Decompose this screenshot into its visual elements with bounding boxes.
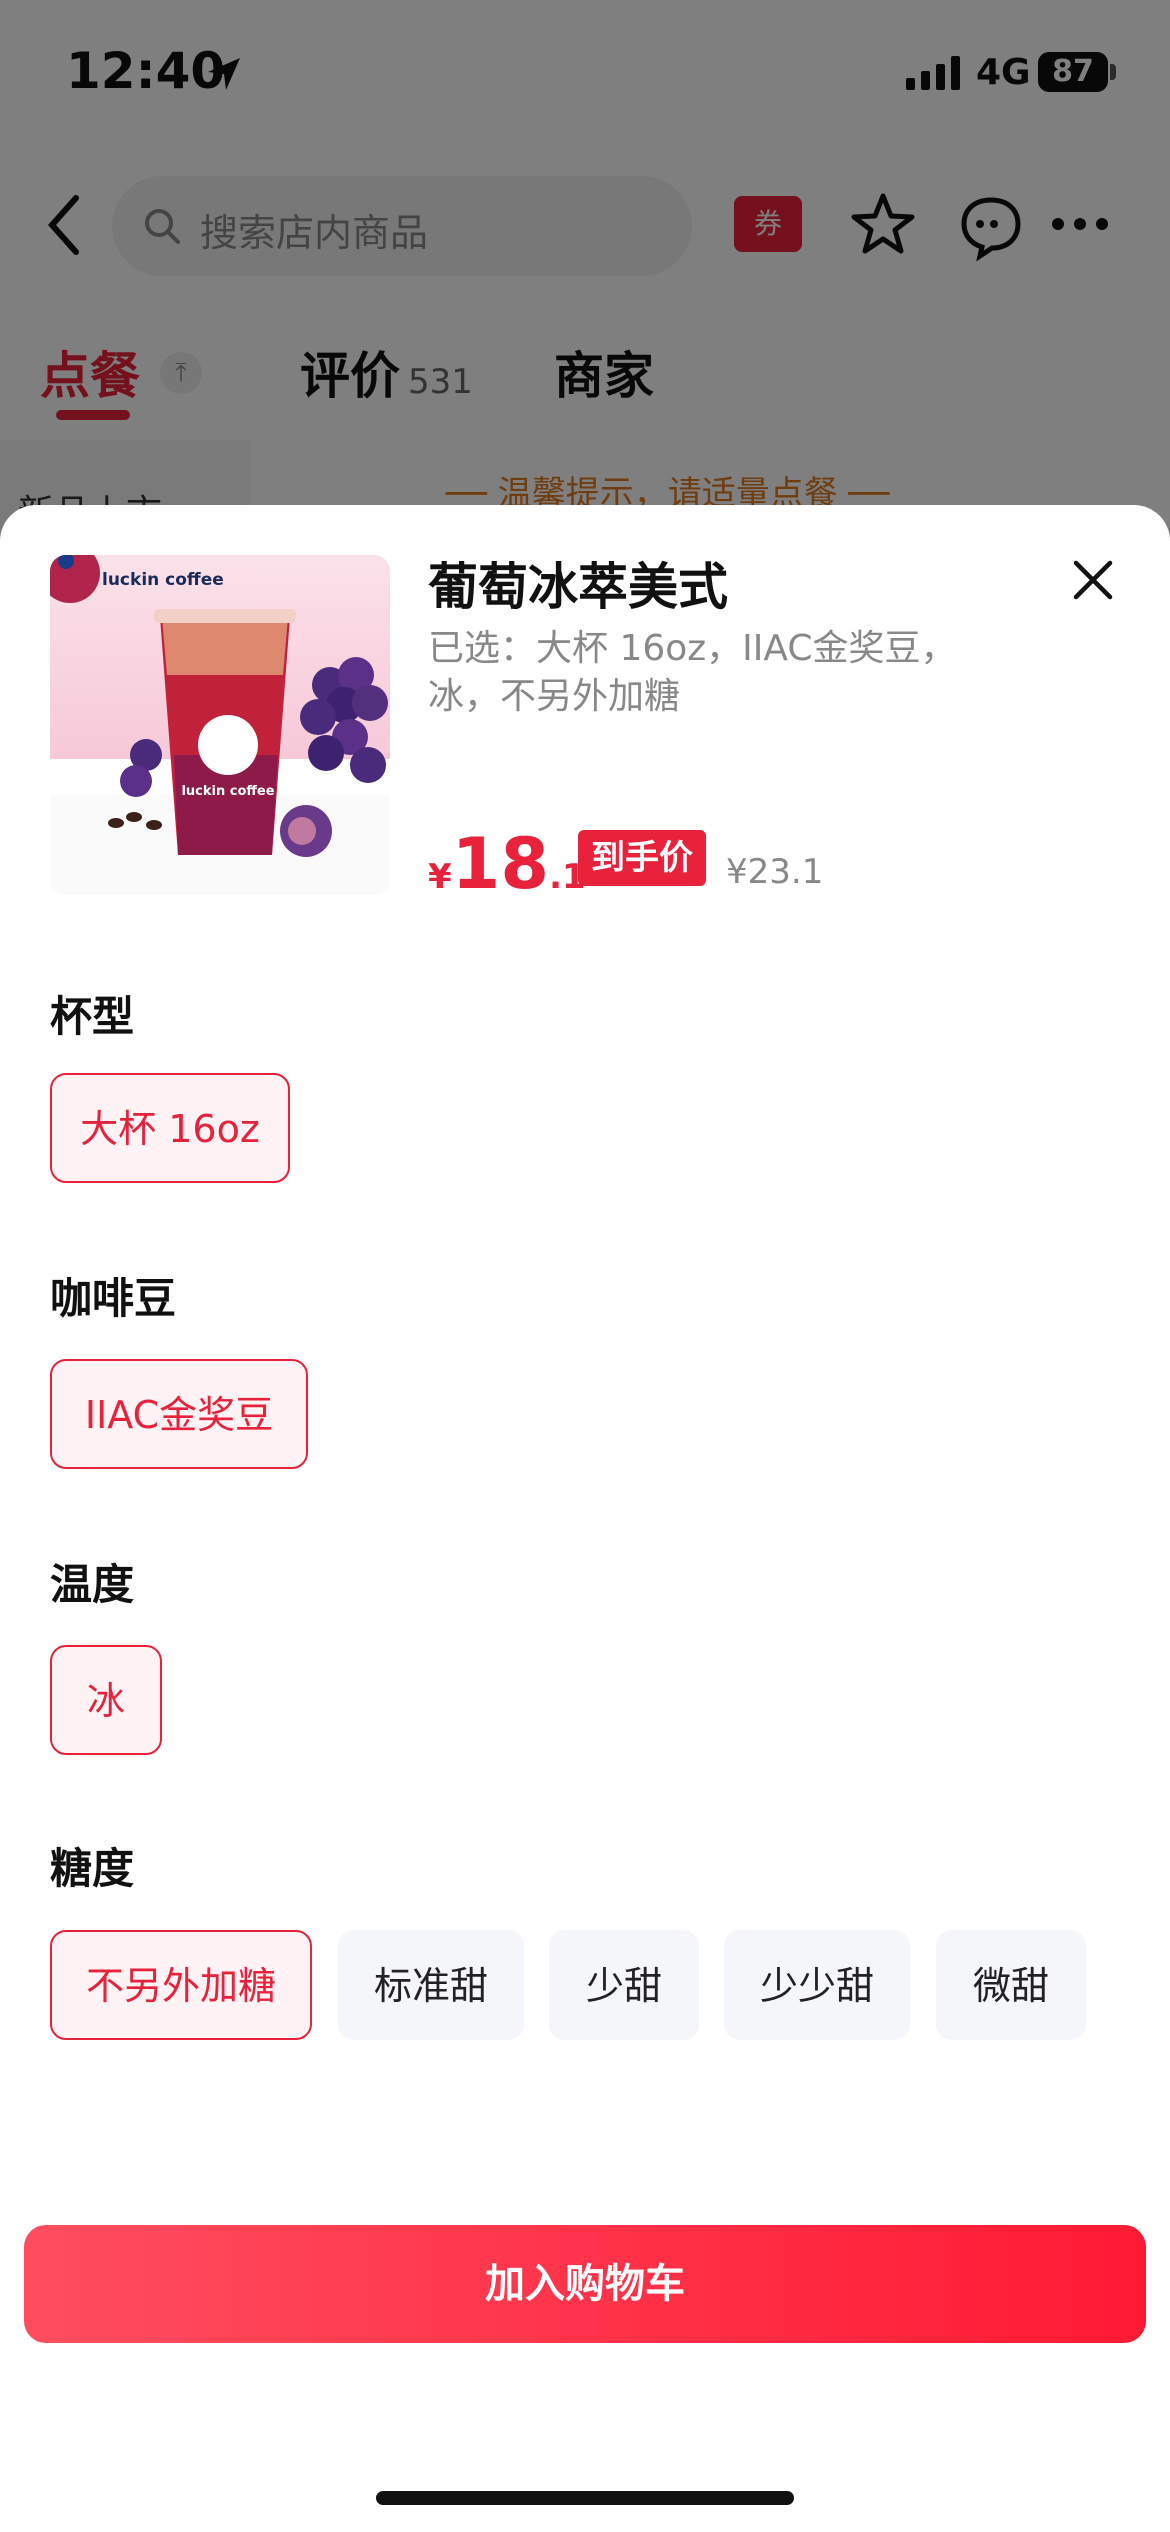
home-indicator[interactable] <box>376 2491 794 2505</box>
group-title-cup-size: 杯型 <box>50 992 135 1041</box>
option-sweetness-no-sugar[interactable]: 不另外加糖 <box>50 1930 312 2040</box>
final-price-badge: 到手价 <box>578 830 706 886</box>
option-sweetness-standard[interactable]: 标准甜 <box>338 1930 524 2040</box>
option-temperature[interactable]: 冰 <box>50 1645 162 1755</box>
group-title-coffee-bean: 咖啡豆 <box>50 1274 177 1323</box>
group-title-temperature: 温度 <box>50 1560 135 1609</box>
option-sweetness-slight[interactable]: 微甜 <box>936 1930 1086 2040</box>
final-price: ¥18.1 <box>428 823 586 905</box>
product-image: luckin coffee luckin coffee <box>50 555 390 895</box>
selected-spec-summary: 已选：大杯 16oz，IIAC金奖豆，冰，不另外加糖 <box>428 628 957 717</box>
option-sweetness-lesser[interactable]: 少少甜 <box>724 1930 910 2040</box>
add-to-cart-button[interactable]: 加入购物车 <box>24 2225 1146 2343</box>
product-title: 葡萄冰萃美式 <box>428 558 728 616</box>
group-title-sweetness: 糖度 <box>50 1844 135 1893</box>
price-currency: ¥ <box>428 857 452 897</box>
close-icon[interactable] <box>1070 557 1116 603</box>
option-coffee-bean[interactable]: IIAC金奖豆 <box>50 1359 308 1469</box>
brand-logo-text: luckin coffee <box>102 570 224 590</box>
option-sweetness-less[interactable]: 少甜 <box>549 1930 699 2040</box>
original-price: ¥23.1 <box>726 852 824 892</box>
spec-selection-sheet: luckin coffee luckin coffee 葡萄冰萃美式 已选：大杯… <box>0 505 1170 2532</box>
svg-text:luckin coffee: luckin coffee <box>181 784 274 799</box>
product-illustration: luckin coffee luckin coffee <box>50 555 390 895</box>
option-cup-size[interactable]: 大杯 16oz <box>50 1073 290 1183</box>
price-integer: 18 <box>451 823 550 905</box>
